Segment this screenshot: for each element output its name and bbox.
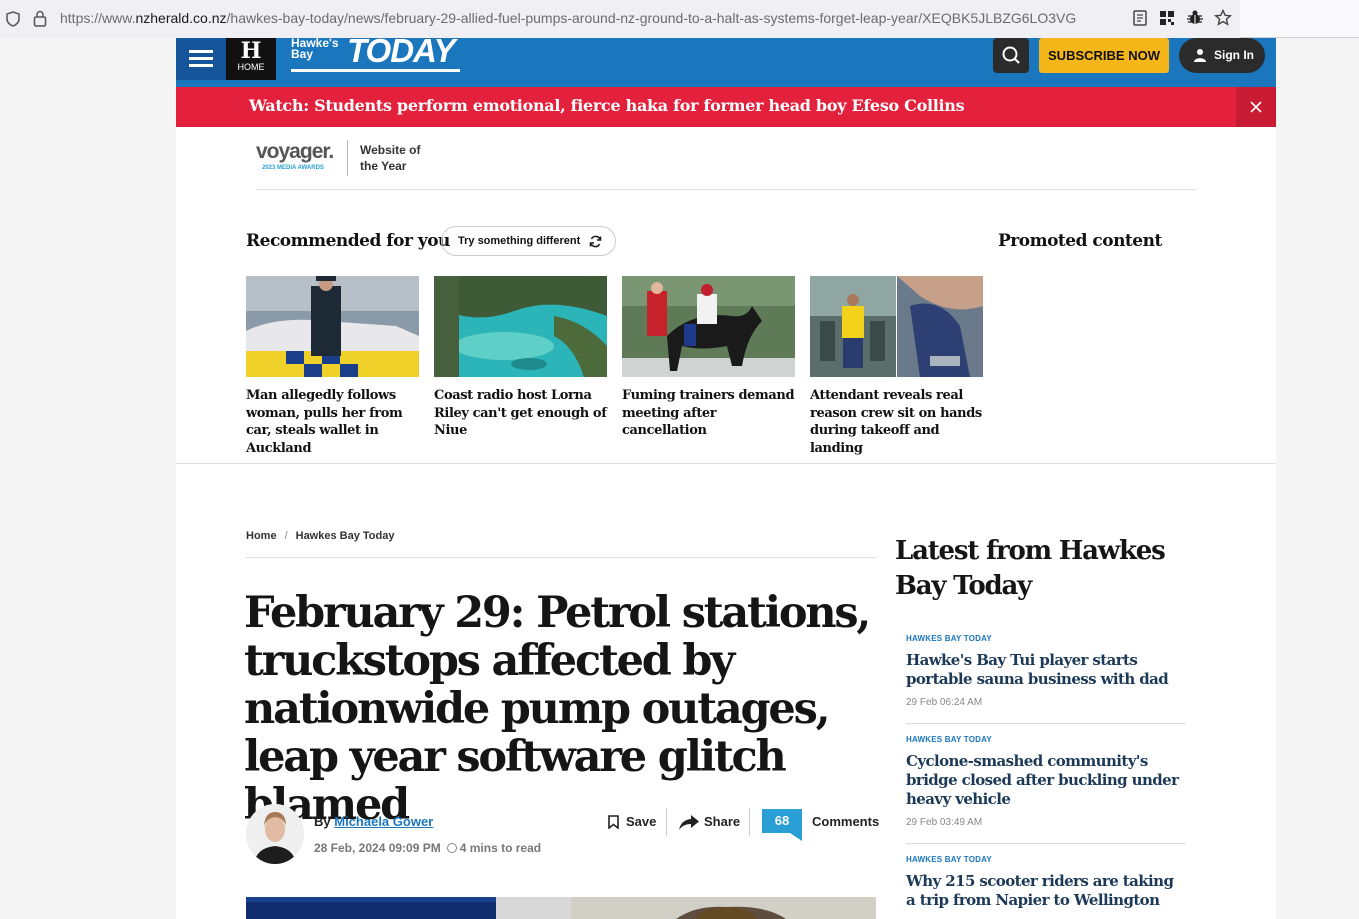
lock-icon[interactable] — [33, 10, 47, 27]
comments-link[interactable]: Comments — [812, 814, 879, 829]
publish-date: 28 Feb, 2024 09:09 PM — [314, 841, 441, 855]
card-image — [810, 276, 983, 377]
promoted-content-title: Promoted content — [998, 231, 1162, 251]
refresh-icon — [589, 235, 602, 248]
card-caption: Attendant reveals real reason crew sit o… — [810, 388, 982, 456]
alert-link[interactable]: Watch: Students perform emotional, fierc… — [249, 96, 965, 115]
latest-item-title[interactable]: Why 215 scooter riders are taking a trip… — [906, 872, 1186, 910]
close-icon — [1250, 101, 1262, 113]
breadcrumb-section[interactable]: Hawkes Bay Today — [296, 530, 395, 542]
card-image — [434, 276, 607, 377]
home-label: HOME — [237, 62, 265, 72]
breadcrumb-home[interactable]: Home — [246, 530, 277, 542]
voyager-sub: 2023 MEDIA AWARDS — [262, 165, 324, 171]
share-button[interactable]: Share — [679, 812, 740, 832]
card-caption: Man allegedly follows woman, pulls her f… — [246, 388, 403, 456]
home-button[interactable]: H HOME — [226, 38, 276, 80]
award-banner: voyager. 2023 MEDIA AWARDS Website of th… — [256, 138, 1196, 190]
qr-code-icon[interactable] — [1158, 9, 1176, 27]
latest-item-time: 29 Feb 06:24 AM — [906, 697, 983, 708]
section-divider — [176, 463, 1276, 464]
card-image — [622, 276, 795, 377]
user-icon — [1194, 49, 1206, 62]
latest-item[interactable]: HAWKES BAY TODAY Why 215 scooter riders … — [906, 855, 1186, 910]
card-caption: Fuming trainers demand meeting after can… — [622, 388, 795, 438]
recommended-card[interactable]: Fuming trainers demand meeting after can… — [622, 276, 795, 440]
recommended-title: Recommended for you — [246, 231, 450, 251]
sign-in-label: Sign In — [1214, 48, 1254, 62]
site-logo[interactable]: Hawke's Bay TODAY — [291, 32, 461, 74]
hero-image — [246, 897, 876, 919]
latest-item-tag[interactable]: HAWKES BAY TODAY — [906, 855, 1186, 864]
latest-item[interactable]: HAWKES BAY TODAY Hawke's Bay Tui player … — [906, 634, 1186, 708]
breaking-alert-bar: Watch: Students perform emotional, fierc… — [176, 87, 1276, 127]
tracking-shield-icon[interactable] — [6, 11, 20, 27]
browser-toolbar: https://www.nzherald.co.nz/hawkes-bay-to… — [0, 0, 1359, 38]
page: H HOME Hawke's Bay TODAY SUBSCRIBE NOW S… — [176, 32, 1276, 919]
latest-item-title[interactable]: Hawke's Bay Tui player starts portable s… — [906, 651, 1186, 689]
logo-big-text: TODAY — [347, 32, 455, 69]
share-arrow-icon — [679, 815, 699, 830]
card-caption: Coast radio host Lorna Riley can't get e… — [434, 388, 607, 438]
voyager-logo: voyager. — [256, 140, 334, 163]
latest-section-title: Latest from Hawkes Bay Today — [895, 536, 1166, 601]
top-nav: H HOME Hawke's Bay TODAY SUBSCRIBE NOW S… — [176, 32, 1276, 87]
award-text: Website of the Year — [360, 143, 421, 173]
latest-item-tag[interactable]: HAWKES BAY TODAY — [906, 735, 1186, 744]
try-something-different-button[interactable]: Try something different — [441, 226, 616, 256]
article-meta: 28 Feb, 2024 09:09 PM 4 mins to read — [314, 841, 541, 855]
clock-icon — [446, 843, 457, 853]
recommended-card[interactable]: Man allegedly follows woman, pulls her f… — [246, 276, 419, 457]
hamburger-icon — [189, 50, 213, 53]
search-icon — [1002, 46, 1020, 64]
latest-item-title[interactable]: Cyclone-smashed community's bridge close… — [906, 752, 1186, 809]
article-headline: February 29: Petrol stations, truckstops… — [244, 588, 871, 830]
latest-item-time: 29 Feb 03:49 AM — [906, 817, 983, 828]
recommended-card[interactable]: Attendant reveals real reason crew sit o… — [810, 276, 983, 457]
byline: By Michaela Gower — [314, 814, 434, 829]
url-text[interactable]: https://www.nzherald.co.nz/hawkes-bay-to… — [60, 10, 1122, 26]
herald-logo-icon: H — [240, 38, 262, 64]
author-avatar[interactable] — [246, 804, 304, 864]
latest-item[interactable]: HAWKES BAY TODAY Cyclone-smashed communi… — [906, 735, 1186, 828]
author-link[interactable]: Michaela Gower — [334, 814, 433, 829]
breadcrumb: Home / Hawkes Bay Today — [246, 530, 395, 542]
bug-extension-icon[interactable] — [1186, 9, 1204, 27]
reader-view-icon[interactable] — [1131, 9, 1149, 27]
save-button[interactable]: Save — [606, 812, 656, 832]
try-label: Try something different — [458, 235, 581, 247]
menu-button[interactable] — [176, 38, 226, 80]
bookmark-star-icon[interactable] — [1214, 9, 1232, 27]
recommended-card[interactable]: Coast radio host Lorna Riley can't get e… — [434, 276, 607, 440]
sign-in-button[interactable]: Sign In — [1179, 38, 1265, 73]
subscribe-button[interactable]: SUBSCRIBE NOW — [1039, 38, 1169, 73]
latest-item-tag[interactable]: HAWKES BAY TODAY — [906, 634, 1186, 643]
search-button[interactable] — [993, 38, 1029, 73]
alert-close-button[interactable] — [1236, 87, 1276, 127]
logo-small-text: Hawke's Bay — [291, 36, 339, 61]
read-time: 4 mins to read — [459, 841, 542, 855]
card-image — [246, 276, 419, 377]
comments-count-badge[interactable]: 68 — [762, 809, 802, 841]
bookmark-icon — [608, 815, 619, 829]
